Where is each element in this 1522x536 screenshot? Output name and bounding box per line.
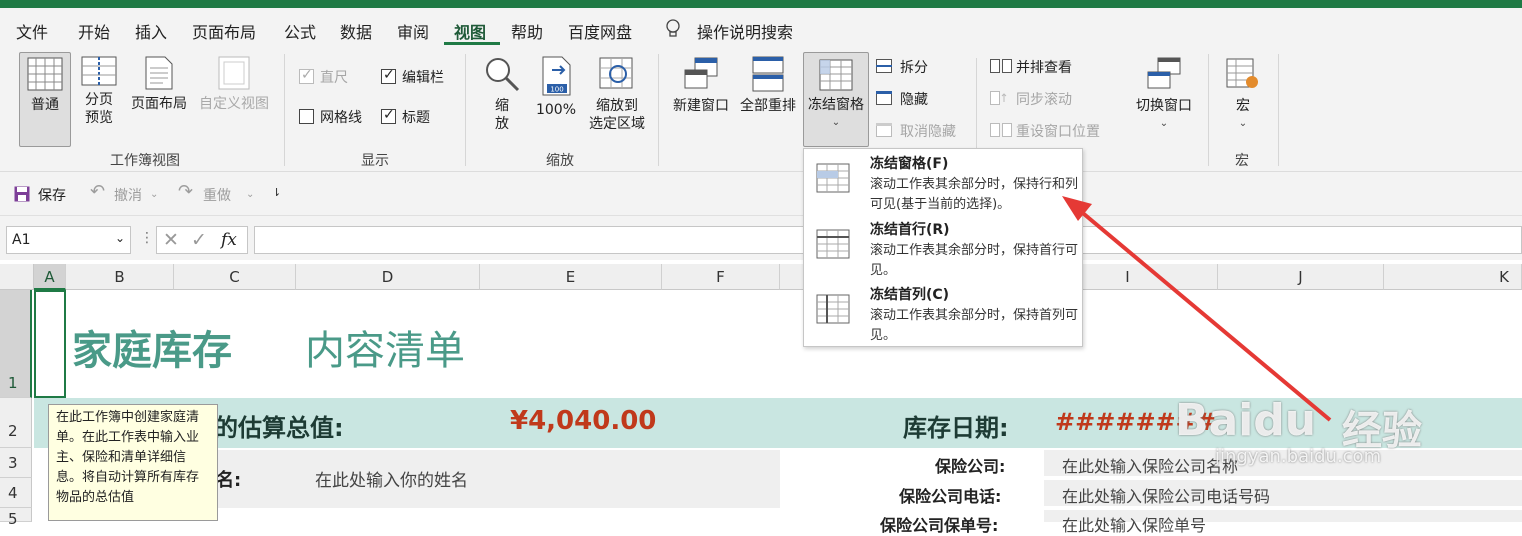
watermark-brand: Baidu: [1175, 395, 1317, 446]
watermark-url: jingyan.baidu.com: [1215, 446, 1382, 467]
